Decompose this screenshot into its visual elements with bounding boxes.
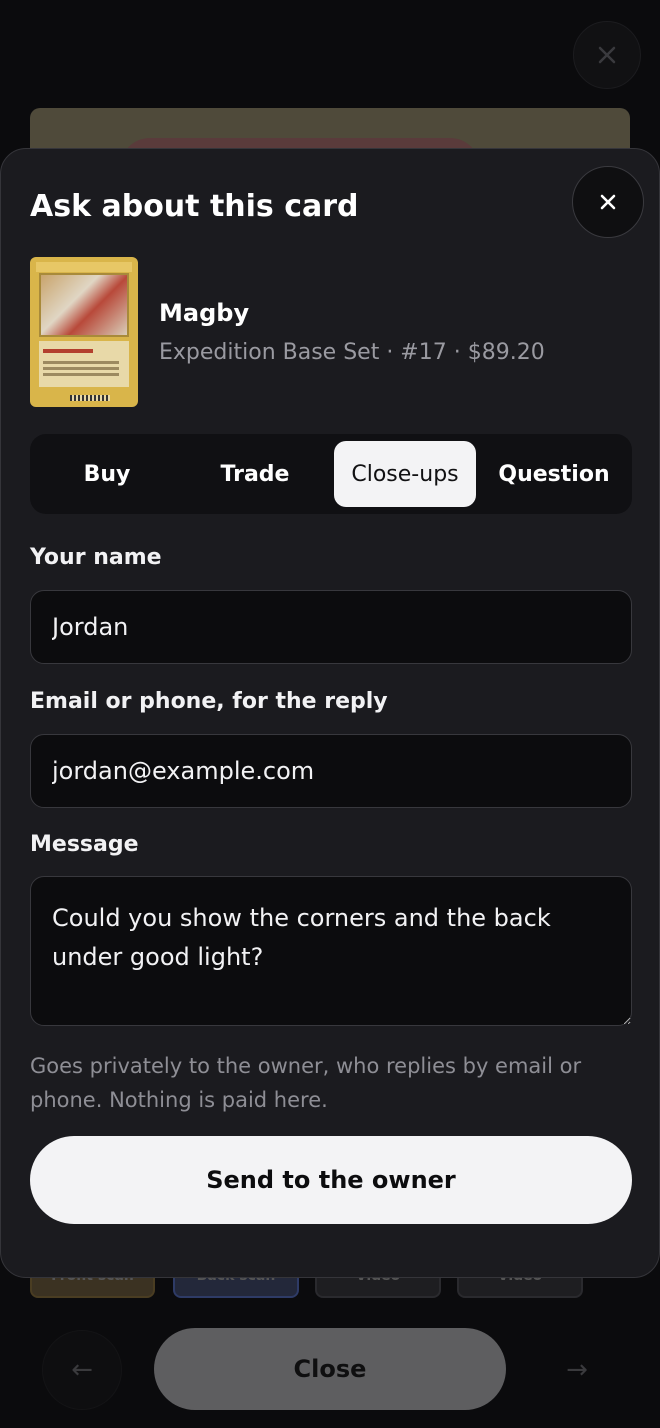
close-icon: [600, 194, 616, 210]
contact-label: Email or phone, for the reply: [30, 689, 388, 714]
background-close-icon-button[interactable]: [573, 21, 641, 89]
tab-trade[interactable]: Trade: [185, 441, 325, 507]
previous-arrow-button[interactable]: ←: [42, 1330, 122, 1410]
send-to-owner-button[interactable]: Send to the owner: [30, 1136, 632, 1224]
contact-field[interactable]: [30, 734, 632, 808]
card-thumbnail: [30, 257, 138, 407]
arrow-left-icon: ←: [71, 1355, 93, 1385]
background-close-button[interactable]: Close: [154, 1328, 506, 1410]
card-meta: Expedition Base Set · #17 · $89.20: [159, 340, 545, 365]
tab-question[interactable]: Question: [483, 441, 625, 507]
name-label: Your name: [30, 545, 162, 570]
next-arrow-button[interactable]: →: [537, 1330, 617, 1410]
request-type-tabs: Buy Trade Close-ups Question: [30, 434, 632, 514]
name-field[interactable]: [30, 590, 632, 664]
tab-buy[interactable]: Buy: [37, 441, 177, 507]
card-name: Magby: [159, 299, 250, 327]
message-label: Message: [30, 832, 139, 857]
close-sheet-button[interactable]: [572, 166, 644, 238]
arrow-right-icon: →: [566, 1355, 588, 1385]
message-field[interactable]: Could you show the corners and the back …: [30, 876, 632, 1026]
sheet-title: Ask about this card: [30, 189, 359, 224]
privacy-hint: Goes privately to the owner, who replies…: [30, 1054, 582, 1112]
ask-about-card-sheet: Ask about this card Magby Expedition Bas…: [0, 148, 660, 1278]
close-icon: [598, 46, 616, 64]
screen: Front scan Back scan Video Video ← Close…: [0, 0, 660, 1428]
tab-close-ups[interactable]: Close-ups: [334, 441, 476, 507]
